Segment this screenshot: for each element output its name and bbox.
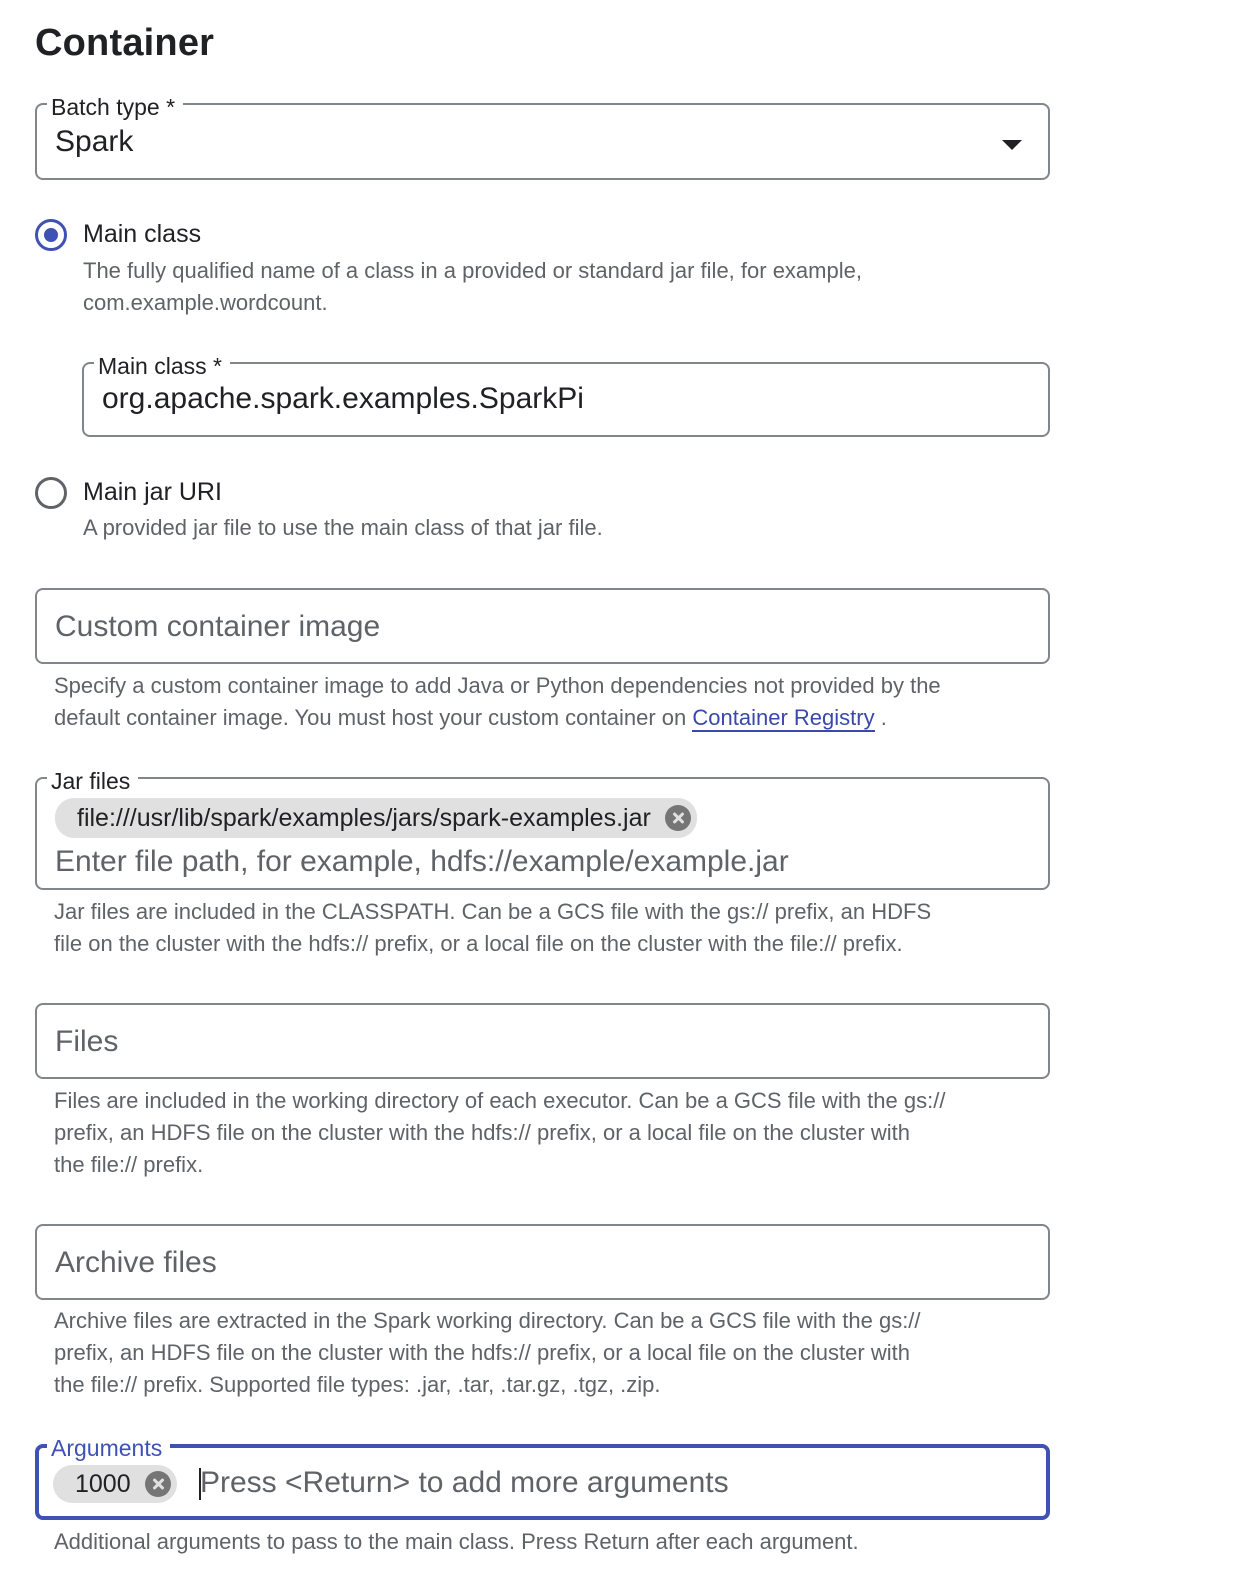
jar-files-label: Jar files [47,767,139,795]
files-placeholder: Files [55,1025,119,1058]
arguments-helper: Additional arguments to pass to the main… [54,1529,859,1554]
batch-type-select[interactable]: Spark [35,103,1050,180]
argument-chip: 1000 [53,1465,177,1503]
custom-container-image-placeholder: Custom container image [55,610,381,643]
main-class-radio[interactable] [35,219,67,251]
main-jar-uri-description: A provided jar file to use the main clas… [83,515,603,540]
jar-files-placeholder: Enter file path, for example, hdfs://exa… [55,845,789,878]
batch-type-value: Spark [55,125,134,158]
custom-container-image-helper: Specify a custom container image to add … [54,673,941,732]
main-class-field-label: Main class * [94,352,230,380]
custom-container-image-input[interactable]: Custom container image [35,588,1050,664]
files-input[interactable]: Files [35,1003,1050,1079]
archive-files-helper: Archive files are extracted in the Spark… [54,1308,921,1397]
main-class-value: org.apache.spark.examples.SparkPi [102,382,584,415]
batch-type-label: Batch type * [47,93,184,121]
jar-files-helper: Jar files are included in the CLASSPATH.… [54,899,932,956]
archive-files-placeholder: Archive files [55,1246,217,1279]
jar-file-chip-label: file:///usr/lib/spark/examples/jars/spar… [77,803,651,832]
main-class-description: The fully qualified name of a class in a… [83,258,862,315]
cancel-icon[interactable] [144,1471,171,1497]
arguments-placeholder: Press <Return> to add more arguments [200,1466,729,1499]
main-jar-uri-radio-label[interactable]: Main jar URI [83,478,222,507]
arguments-label: Arguments [47,1434,171,1462]
files-helper: Files are included in the working direct… [54,1088,946,1177]
jar-files-input[interactable]: file:///usr/lib/spark/examples/jars/spar… [35,777,1050,890]
container-registry-link[interactable]: Container Registry [692,705,875,732]
cancel-icon[interactable] [664,805,691,831]
arrow-drop-down-icon [1002,140,1022,150]
main-jar-uri-radio[interactable] [35,477,67,509]
main-class-radio-label[interactable]: Main class [83,220,201,249]
arguments-input[interactable]: 1000 Press <Return> to add more argument… [35,1444,1050,1520]
argument-chip-label: 1000 [75,1469,131,1498]
page-title: Container [35,22,215,64]
archive-files-input[interactable]: Archive files [35,1224,1050,1300]
jar-file-chip: file:///usr/lib/spark/examples/jars/spar… [55,798,697,838]
